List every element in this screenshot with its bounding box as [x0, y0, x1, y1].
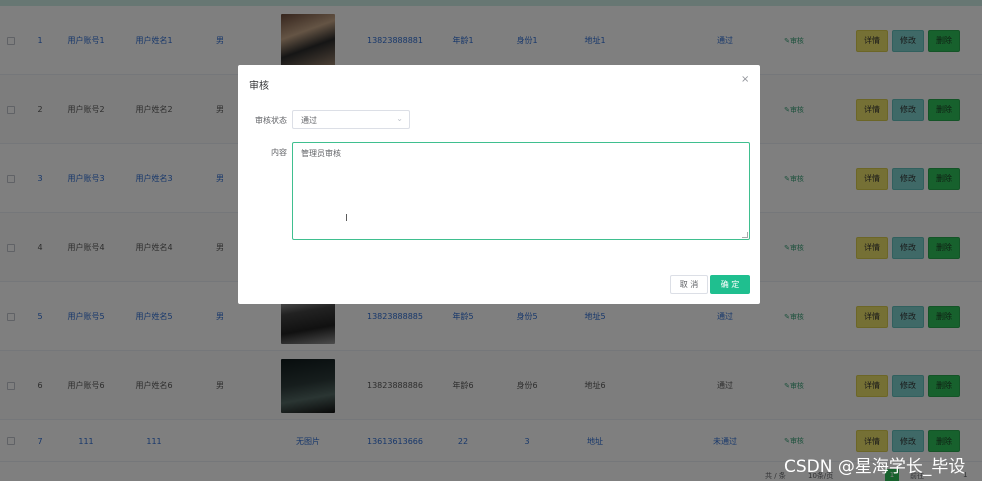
audit-status-value: 通过	[301, 116, 317, 125]
audit-status-select[interactable]: 通过 ⌄	[292, 110, 410, 129]
watermark: CSDN @星海学长_毕设	[784, 457, 966, 477]
dialog-title: 审核	[249, 81, 269, 92]
confirm-button[interactable]: 确 定	[710, 275, 750, 294]
content-textarea[interactable]: 管理员审核 I	[292, 142, 750, 240]
audit-dialog: 审核 × 审核状态 通过 ⌄ 内容 管理员审核 I 取 消 确 定	[238, 65, 760, 304]
audit-status-label: 审核状态	[255, 116, 287, 125]
close-icon[interactable]: ×	[741, 74, 749, 85]
content-label: 内容	[271, 148, 287, 157]
chevron-down-icon: ⌄	[396, 114, 403, 123]
cancel-button[interactable]: 取 消	[670, 275, 708, 294]
content-value: 管理员审核	[301, 149, 341, 158]
text-cursor-icon: I	[345, 213, 348, 224]
resize-handle-icon[interactable]	[742, 232, 748, 238]
